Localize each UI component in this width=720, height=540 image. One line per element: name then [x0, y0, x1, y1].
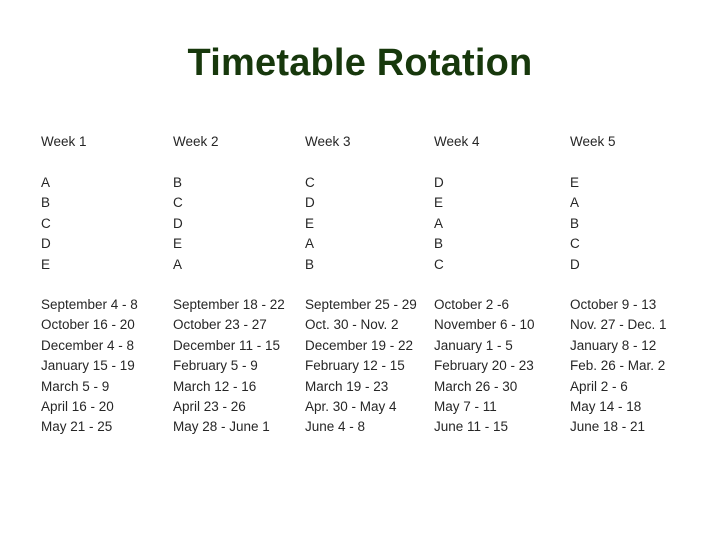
date-list-5: October 9 - 13 Nov. 27 - Dec. 1 January … — [570, 295, 667, 438]
date-item: February 20 - 23 — [434, 358, 534, 374]
letter-list-1: A B C D E — [41, 173, 51, 275]
date-list-2: September 18 - 22 October 23 - 27 Decemb… — [173, 295, 285, 438]
letter-item: B — [434, 236, 444, 252]
date-item: April 23 - 26 — [173, 398, 246, 414]
letter-item: A — [570, 195, 580, 211]
date-item: Nov. 27 - Dec. 1 — [570, 317, 667, 333]
date-item: April 2 - 6 — [570, 378, 628, 394]
date-item: Oct. 30 - Nov. 2 — [305, 317, 399, 333]
date-item: March 5 - 9 — [41, 378, 110, 394]
date-item: January 1 - 5 — [434, 337, 513, 353]
letter-list-2: B C D E A — [173, 173, 183, 275]
page-title: Timetable Rotation — [187, 42, 533, 84]
week-header-4: Week 4 — [434, 134, 480, 149]
date-item: September 25 - 29 — [305, 297, 417, 312]
date-item: December 19 - 22 — [305, 337, 414, 353]
letter-item: E — [434, 195, 444, 211]
slide-canvas: Timetable Rotation Week 1 A B C D E Sept… — [0, 0, 720, 540]
letter-item: E — [41, 256, 51, 272]
date-item: October 2 -6 — [434, 297, 510, 312]
date-item: April 16 - 20 — [41, 398, 114, 414]
date-item: October 23 - 27 — [173, 317, 267, 333]
week-header-3: Week 3 — [305, 134, 351, 149]
letter-item: C — [305, 175, 315, 190]
date-item: October 9 - 13 — [570, 297, 657, 312]
date-item: October 16 - 20 — [41, 317, 135, 333]
date-item: December 4 - 8 — [41, 337, 135, 353]
letter-item: E — [173, 236, 183, 252]
date-item: January 8 - 12 — [570, 337, 657, 353]
letter-item: C — [570, 236, 580, 252]
date-item: May 21 - 25 — [41, 419, 113, 435]
date-item: September 18 - 22 — [173, 297, 285, 312]
date-item: March 26 - 30 — [434, 378, 518, 394]
letter-item: D — [173, 215, 183, 231]
date-item: November 6 - 10 — [434, 317, 535, 333]
letter-item: B — [173, 175, 183, 190]
letter-item: A — [173, 256, 183, 272]
date-item: May 28 - June 1 — [173, 419, 270, 435]
date-item: Apr. 30 - May 4 — [305, 398, 397, 414]
letter-item: A — [305, 236, 315, 252]
letter-item: D — [305, 195, 315, 211]
date-item: March 12 - 16 — [173, 378, 257, 394]
letter-item: C — [434, 256, 444, 272]
letter-item: D — [570, 256, 580, 272]
week-header-2: Week 2 — [173, 134, 219, 149]
letter-item: B — [305, 256, 315, 272]
letter-item: C — [173, 195, 183, 211]
week-header-5: Week 5 — [570, 134, 616, 149]
date-item: June 11 - 15 — [434, 419, 509, 435]
date-list-3: September 25 - 29 Oct. 30 - Nov. 2 Decem… — [305, 295, 417, 438]
letter-item: A — [434, 215, 444, 231]
date-list-4: October 2 -6 November 6 - 10 January 1 -… — [434, 295, 535, 438]
date-item: February 5 - 9 — [173, 358, 258, 374]
timetable-rotation-grid: Week 1 A B C D E September 4 - 8 October… — [41, 133, 701, 453]
letter-list-3: C D E A B — [305, 173, 315, 275]
date-item: May 14 - 18 — [570, 398, 642, 414]
date-item: February 12 - 15 — [305, 358, 405, 374]
date-item: June 4 - 8 — [305, 419, 366, 435]
letter-item: D — [41, 236, 51, 252]
letter-item: B — [570, 215, 580, 231]
date-item: June 18 - 21 — [570, 419, 646, 435]
week-header-1: Week 1 — [41, 134, 87, 149]
letter-list-5: E A B C D — [570, 173, 580, 275]
date-item: September 4 - 8 — [41, 297, 138, 312]
date-item: May 7 - 11 — [434, 398, 497, 414]
date-item: December 11 - 15 — [173, 337, 281, 353]
letter-list-4: D E A B C — [434, 173, 444, 275]
letter-item: E — [305, 215, 315, 231]
date-item: January 15 - 19 — [41, 358, 135, 374]
date-item: Feb. 26 - Mar. 2 — [570, 358, 666, 374]
letter-item: B — [41, 195, 51, 211]
letter-item: E — [570, 175, 580, 190]
letter-item: C — [41, 215, 51, 231]
letter-item: D — [434, 175, 444, 190]
date-list-1: September 4 - 8 October 16 - 20 December… — [41, 295, 138, 438]
date-item: March 19 - 23 — [305, 378, 389, 394]
letter-item: A — [41, 175, 51, 190]
